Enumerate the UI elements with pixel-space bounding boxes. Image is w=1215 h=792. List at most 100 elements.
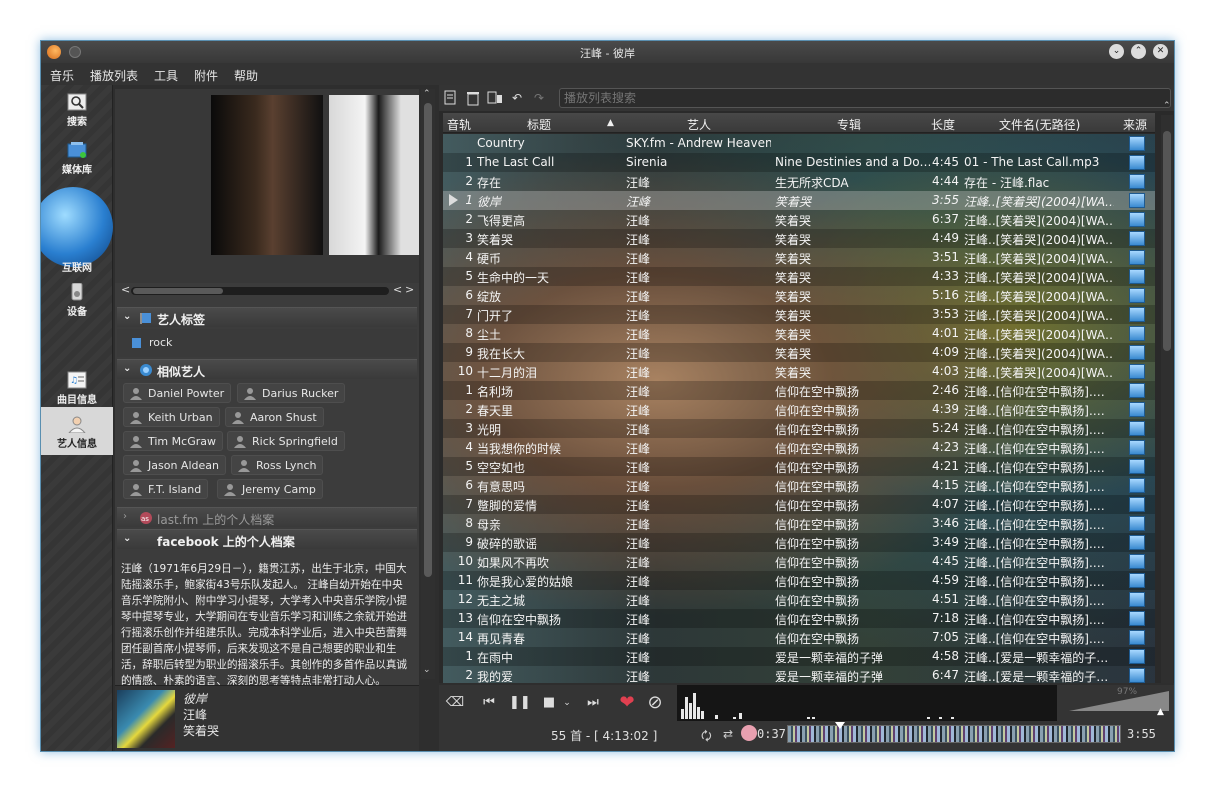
similar-artist-button[interactable]: F.T. Island	[123, 479, 209, 499]
column-track[interactable]: 音轨	[447, 116, 471, 133]
volume-handle[interactable]: ▲	[1157, 707, 1164, 717]
similar-artist-button[interactable]: Keith Urban	[123, 407, 220, 427]
scroll-thumb[interactable]	[1163, 131, 1171, 351]
spectrum-analyzer[interactable]	[677, 685, 1057, 721]
menu-tools[interactable]: 工具	[154, 67, 178, 84]
table-row[interactable]: 2 春天里 汪峰 信仰在空中飘扬 4:39 汪峰..[信仰在空中飘扬].…	[443, 400, 1155, 419]
artist-photo[interactable]	[329, 95, 419, 255]
maximize-icon[interactable]: ⌃	[1131, 44, 1146, 59]
table-row[interactable]: 5 生命中的一天 汪峰 笑着哭 4:33 汪峰..[笑着哭](2004)[WA…	[443, 267, 1155, 286]
column-filename[interactable]: 文件名(无路径)	[999, 116, 1080, 133]
clear-icon[interactable]: ⌫	[445, 693, 465, 713]
title-bar[interactable]: 汪峰 - 彼岸 ⌄ ⌃ ✕	[41, 41, 1174, 63]
playlist-scrollbar[interactable]: ⌃	[1161, 101, 1173, 683]
similar-artist-button[interactable]: Aaron Shust	[225, 407, 324, 427]
album-cover[interactable]	[117, 690, 175, 748]
table-row[interactable]: 14 再见青春 汪峰 信仰在空中飘扬 7:05 汪峰..[信仰在空中飘扬].…	[443, 628, 1155, 647]
ban-icon[interactable]: ⊘	[645, 693, 665, 713]
chevron-right-icon[interactable]: >	[405, 283, 414, 296]
column-title[interactable]: 标题	[527, 116, 551, 133]
similar-artists-header[interactable]: ⌄ 相似艺人	[117, 359, 417, 379]
table-row[interactable]: 7 蹩脚的爱情 汪峰 信仰在空中飘扬 4:07 汪峰..[信仰在空中飘扬].…	[443, 495, 1155, 514]
redo-icon[interactable]: ↷	[531, 90, 547, 106]
chevron-up-icon[interactable]: ⌃	[423, 89, 431, 99]
context-scrollbar[interactable]: ⌃ ⌄	[421, 89, 435, 679]
love-icon[interactable]: ❤	[617, 693, 637, 713]
table-row[interactable]: 3 笑着哭 汪峰 笑着哭 4:49 汪峰..[笑着哭](2004)[WA…	[443, 229, 1155, 248]
track-position-slider[interactable]	[787, 722, 1121, 743]
menu-music[interactable]: 音乐	[50, 67, 74, 84]
position-marker[interactable]	[835, 722, 846, 729]
similar-artist-button[interactable]: Jason Aldean	[123, 455, 226, 475]
table-row[interactable]: 1 名利场 汪峰 信仰在空中飘扬 2:46 汪峰..[信仰在空中飘扬].…	[443, 381, 1155, 400]
chevron-left-icon[interactable]: <	[121, 283, 130, 296]
load-playlist-icon[interactable]	[443, 90, 459, 106]
table-row[interactable]: 1 The Last Call Sirenia Nine Destinies and …	[443, 153, 1155, 172]
previous-icon[interactable]: ⏮	[479, 693, 499, 713]
table-row[interactable]: 1 彼岸 汪峰 笑着哭 3:55 汪峰..[笑着哭](2004)[WA…	[443, 191, 1155, 210]
table-row[interactable]: 6 绽放 汪峰 笑着哭 5:16 汪峰..[笑着哭](2004)[WA…	[443, 286, 1155, 305]
table-row[interactable]: 2 飞得更高 汪峰 笑着哭 6:37 汪峰..[笑着哭](2004)[WA…	[443, 210, 1155, 229]
chevron-up-icon[interactable]: ⌃	[1163, 101, 1171, 111]
column-artist[interactable]: 艺人	[687, 116, 711, 133]
table-row[interactable]: Country SKY.fm - Andrew Heavener	[443, 134, 1155, 153]
similar-artist-button[interactable]: Darius Rucker	[237, 383, 346, 403]
playlist-search-input[interactable]	[559, 88, 1171, 108]
table-row[interactable]: 13 信仰在空中飘扬 汪峰 信仰在空中飘扬 7:18 汪峰..[信仰在空中飘扬].…	[443, 609, 1155, 628]
next-icon[interactable]: ⏭	[583, 693, 603, 713]
column-album[interactable]: 专辑	[837, 116, 861, 133]
table-row[interactable]: 8 母亲 汪峰 信仰在空中飘扬 3:46 汪峰..[信仰在空中飘扬].…	[443, 514, 1155, 533]
shuffle-playlist-icon[interactable]	[487, 90, 503, 106]
table-row[interactable]: 12 无主之城 汪峰 信仰在空中飘扬 4:51 汪峰..[信仰在空中飘扬].…	[443, 590, 1155, 609]
table-row[interactable]: 9 破碎的歌谣 汪峰 信仰在空中飘扬 3:49 汪峰..[信仰在空中飘扬].…	[443, 533, 1155, 552]
sidebar-item-internet[interactable]: 互联网	[41, 259, 113, 274]
minimize-icon[interactable]: ⌄	[1109, 44, 1124, 59]
volume-slider[interactable]: 97% ▲	[1061, 687, 1173, 719]
artist-tags-header[interactable]: ⌄ 艺人标签	[117, 307, 417, 327]
scroll-thumb[interactable]	[424, 103, 432, 577]
table-row[interactable]: 4 硬币 汪峰 笑着哭 3:51 汪峰..[笑着哭](2004)[WA…	[443, 248, 1155, 267]
similar-artist-button[interactable]: Tim McGraw	[123, 431, 223, 451]
similar-artist-button[interactable]: Daniel Powter	[123, 383, 232, 403]
now-playing-widget[interactable]: 彼岸 汪峰 笑着哭	[115, 685, 419, 751]
similar-artist-button[interactable]: Jeremy Camp	[217, 479, 323, 499]
sidebar-item-track-info[interactable]: ♫ 曲目信息	[41, 371, 113, 406]
table-row[interactable]: 4 当我想你的时候 汪峰 信仰在空中飘扬 4:23 汪峰..[信仰在空中飘扬].…	[443, 438, 1155, 457]
scroll-thumb[interactable]	[133, 288, 223, 294]
chevron-left-icon[interactable]: <	[393, 283, 402, 296]
lastfm-profile-header[interactable]: › as last.fm 上的个人档案	[117, 507, 417, 527]
menu-help[interactable]: 帮助	[234, 67, 258, 84]
table-row[interactable]: 1 在雨中 汪峰 爱是一颗幸福的子弹 4:58 汪峰..[爱是一颗幸福的子…	[443, 647, 1155, 666]
column-source[interactable]: 来源	[1123, 116, 1147, 133]
table-row[interactable]: 7 门开了 汪峰 笑着哭 3:53 汪峰..[笑着哭](2004)[WA…	[443, 305, 1155, 324]
shuffle-icon[interactable]: ⇄	[723, 727, 733, 741]
sidebar-item-search[interactable]: 搜索	[41, 93, 113, 128]
stop-icon[interactable]: ■	[539, 693, 559, 713]
photo-scrollbar[interactable]: < < >	[121, 283, 414, 297]
table-row[interactable]: 10 十二月的泪 汪峰 笑着哭 4:03 汪峰..[笑着哭](2004)[WA…	[443, 362, 1155, 381]
sidebar-item-library[interactable]: 媒体库	[41, 141, 113, 176]
column-length[interactable]: 长度	[931, 116, 955, 133]
pause-icon[interactable]: ❚❚	[509, 693, 531, 713]
table-row[interactable]: 11 你是我心爱的姑娘 汪峰 信仰在空中飘扬 4:59 汪峰..[信仰在空中飘扬].…	[443, 571, 1155, 590]
similar-artist-button[interactable]: Ross Lynch	[231, 455, 324, 475]
chevron-down-icon[interactable]: ⌄	[557, 693, 577, 713]
table-row[interactable]: 9 我在长大 汪峰 笑着哭 4:09 汪峰..[笑着哭](2004)[WA…	[443, 343, 1155, 362]
artist-photo[interactable]	[211, 95, 323, 255]
facebook-profile-header[interactable]: ⌄ facebook 上的个人档案	[117, 529, 417, 549]
chevron-down-icon[interactable]: ⌄	[423, 665, 431, 675]
undo-icon[interactable]: ↶	[509, 90, 525, 106]
menu-playlist[interactable]: 播放列表	[90, 67, 138, 84]
table-row[interactable]: 3 光明 汪峰 信仰在空中飘扬 5:24 汪峰..[信仰在空中飘扬].…	[443, 419, 1155, 438]
lastfm-scrobble-icon[interactable]	[741, 725, 757, 741]
table-row[interactable]: 6 有意思吗 汪峰 信仰在空中飘扬 4:15 汪峰..[信仰在空中飘扬].…	[443, 476, 1155, 495]
clear-playlist-icon[interactable]	[465, 90, 481, 106]
close-icon[interactable]: ✕	[1153, 44, 1168, 59]
repeat-icon[interactable]: 🗘	[701, 727, 712, 748]
tag-rock[interactable]: rock	[149, 336, 172, 349]
table-row[interactable]: 8 尘土 汪峰 笑着哭 4:01 汪峰..[笑着哭](2004)[WA…	[443, 324, 1155, 343]
sort-ascending-icon[interactable]: ▲	[607, 118, 614, 128]
sidebar-item-artist-info[interactable]: 艺人信息	[41, 407, 113, 455]
menu-extras[interactable]: 附件	[194, 67, 218, 84]
similar-artist-button[interactable]: Rick Springfield	[227, 431, 345, 451]
